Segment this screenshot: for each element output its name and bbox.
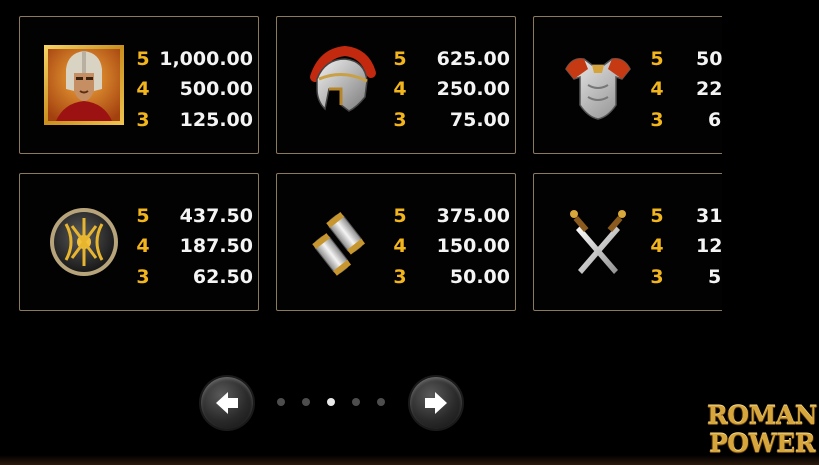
- previous-page-button[interactable]: [201, 377, 253, 429]
- payout-row: 4 150.00: [390, 231, 510, 261]
- payout-value: 5: [708, 266, 722, 288]
- arrow-right-icon: [425, 392, 447, 414]
- payout-row: 5 625.00: [390, 44, 510, 74]
- symbol-count: 5: [136, 48, 150, 70]
- symbol-count: 4: [650, 235, 664, 257]
- paytable-card-armor: 5 50 4 22 36: [533, 16, 722, 154]
- symbol-count: 3: [650, 109, 664, 131]
- crossed-swords-icon: [552, 196, 644, 288]
- symbol-count: 5: [136, 205, 150, 227]
- payout-value: 500.00: [179, 78, 253, 100]
- symbol-count: 4: [393, 235, 407, 257]
- payout-row: 35: [647, 262, 722, 292]
- symbol-count: 3: [136, 266, 150, 288]
- symbol-count: 5: [393, 48, 407, 70]
- payout-value: 50: [696, 48, 722, 70]
- logo-line-1: ROMAN: [707, 401, 817, 430]
- symbol-count: 4: [650, 78, 664, 100]
- page-dot[interactable]: [302, 398, 310, 406]
- payout-value: 250.00: [436, 78, 510, 100]
- payout-value: 62.50: [192, 266, 253, 288]
- page-dot-active[interactable]: [327, 398, 335, 406]
- greaves-icon: [295, 196, 387, 288]
- breastplate-armor-icon: [552, 39, 644, 131]
- bottom-edge: [0, 455, 819, 465]
- symbol-count: 5: [650, 48, 664, 70]
- round-shield-icon: [38, 196, 130, 288]
- payout-row: 4 500.00: [133, 74, 253, 104]
- page-dot[interactable]: [377, 398, 385, 406]
- payout-value: 50.00: [449, 266, 510, 288]
- symbol-count: 3: [393, 109, 407, 131]
- payout-row: 36: [647, 105, 722, 135]
- symbol-count: 5: [393, 205, 407, 227]
- paytable-card-swords: 5 31 4 12 35: [533, 173, 722, 311]
- paytable-card-greaves: 5 375.00 4 150.00 3 50.00: [276, 173, 516, 311]
- next-page-button[interactable]: [410, 377, 462, 429]
- payout-value: 150.00: [436, 235, 510, 257]
- payout-row: 3 75.00: [390, 105, 510, 135]
- gladiator-portrait-icon: [38, 39, 130, 131]
- page-dot[interactable]: [352, 398, 360, 406]
- paytable-viewport: 5 1,000.00 4 500.00 3 125.00 5 625.00 4 250.0…: [0, 0, 722, 330]
- payout-row: 4 187.50: [133, 231, 253, 261]
- arrow-left-icon: [216, 392, 238, 414]
- payout-value: 375.00: [436, 205, 510, 227]
- payout-row: 4 12: [647, 231, 722, 261]
- page-dot[interactable]: [277, 398, 285, 406]
- payout-row: 5 1,000.00: [133, 44, 253, 74]
- symbol-count: 4: [136, 78, 150, 100]
- symbol-count: 5: [650, 205, 664, 227]
- page-indicator: [274, 398, 390, 408]
- payout-value: 31: [696, 205, 722, 227]
- payout-value: 1,000.00: [159, 48, 253, 70]
- paytable-card-helmet: 5 625.00 4 250.00 3 75.00: [276, 16, 516, 154]
- payout-row: 5 31: [647, 201, 722, 231]
- symbol-count: 3: [136, 109, 150, 131]
- symbol-count: 4: [393, 78, 407, 100]
- payout-value: 187.50: [179, 235, 253, 257]
- payout-row: 3 125.00: [133, 105, 253, 135]
- payout-row: 5 50: [647, 44, 722, 74]
- payout-row: 3 62.50: [133, 262, 253, 292]
- payout-value: 125.00: [179, 109, 253, 131]
- game-logo: ROMAN POWER: [707, 403, 817, 459]
- symbol-count: 3: [650, 266, 664, 288]
- paytable-card-gladiator: 5 1,000.00 4 500.00 3 125.00: [19, 16, 259, 154]
- symbol-count: 3: [393, 266, 407, 288]
- symbol-count: 4: [136, 235, 150, 257]
- payout-value: 75.00: [449, 109, 510, 131]
- payout-row: 5 375.00: [390, 201, 510, 231]
- payout-value: 6: [708, 109, 722, 131]
- payout-row: 3 50.00: [390, 262, 510, 292]
- payout-value: 12: [696, 235, 722, 257]
- paytable-card-shield: 5 437.50 4 187.50 3 62.50: [19, 173, 259, 311]
- payout-value: 437.50: [179, 205, 253, 227]
- payout-value: 22: [696, 78, 722, 100]
- payout-row: 5 437.50: [133, 201, 253, 231]
- roman-helmet-icon: [295, 39, 387, 131]
- logo-line-2: POWER: [709, 429, 815, 458]
- payout-row: 4 22: [647, 74, 722, 104]
- payout-value: 625.00: [436, 48, 510, 70]
- payout-row: 4 250.00: [390, 74, 510, 104]
